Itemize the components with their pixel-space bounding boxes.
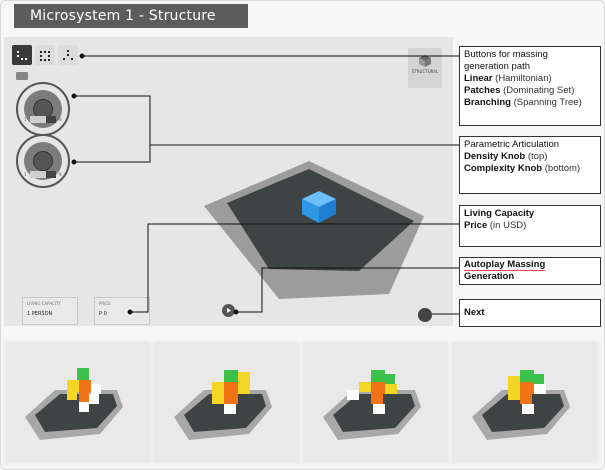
massing-variant-4-render xyxy=(472,370,570,440)
massing-variant-3[interactable] xyxy=(303,342,448,463)
living-capacity-title: Living Capacity xyxy=(464,208,535,219)
massing-variant-2[interactable] xyxy=(154,342,299,463)
autoplay-callout: Autoplay Massing Generation xyxy=(459,257,601,285)
density-knob-subtitle: (top) xyxy=(525,151,548,162)
patches-title: Patches xyxy=(464,85,501,96)
price-subtitle: (in USD) xyxy=(487,220,527,231)
capacity-callout: Living Capacity Price (in USD) xyxy=(459,205,601,247)
price-description: Price (in USD) xyxy=(464,220,596,232)
branching-subtitle: (Spanning Tree) xyxy=(510,97,582,108)
massing-variant-1[interactable] xyxy=(5,342,150,463)
density-knob-description: Density Knob (top) xyxy=(464,151,596,163)
massing-variant-1-render xyxy=(25,368,123,440)
massing-thumbnails xyxy=(3,340,601,466)
density-knob-title: Density Knob xyxy=(464,151,526,162)
parametric-callout-line1: Parametric Articulation xyxy=(464,139,560,150)
branching-description: Branching (Spanning Tree) xyxy=(464,97,596,109)
autoplay-title-line2: Generation xyxy=(464,271,515,282)
price-title: Price xyxy=(464,220,488,231)
linear-description: Linear (Hamiltonian) xyxy=(464,73,596,85)
branching-title: Branching xyxy=(464,97,511,108)
patches-subtitle: (Dominating Set) xyxy=(500,85,575,96)
massing-variant-3-render xyxy=(323,370,421,440)
next-title: Next xyxy=(464,307,485,318)
massing-variant-4[interactable] xyxy=(452,342,597,463)
massing-callout-line1: Buttons for massing xyxy=(464,49,548,60)
massing-callout-line2: generation path xyxy=(464,61,531,72)
patches-description: Patches (Dominating Set) xyxy=(464,85,596,97)
linear-title: Linear xyxy=(464,73,493,84)
autoplay-title-line1: Autoplay Massing xyxy=(464,259,546,271)
parametric-callout: Parametric Articulation Density Knob (to… xyxy=(459,136,601,194)
massing-buttons-callout: Buttons for massing generation path Line… xyxy=(459,46,601,126)
complexity-knob-subtitle: (bottom) xyxy=(542,163,581,174)
massing-variant-2-render xyxy=(174,370,272,440)
complexity-knob-description: Complexity Knob (bottom) xyxy=(464,163,596,175)
next-callout: Next xyxy=(459,299,601,327)
linear-subtitle: (Hamiltonian) xyxy=(492,73,552,84)
complexity-knob-title: Complexity Knob xyxy=(464,163,543,174)
